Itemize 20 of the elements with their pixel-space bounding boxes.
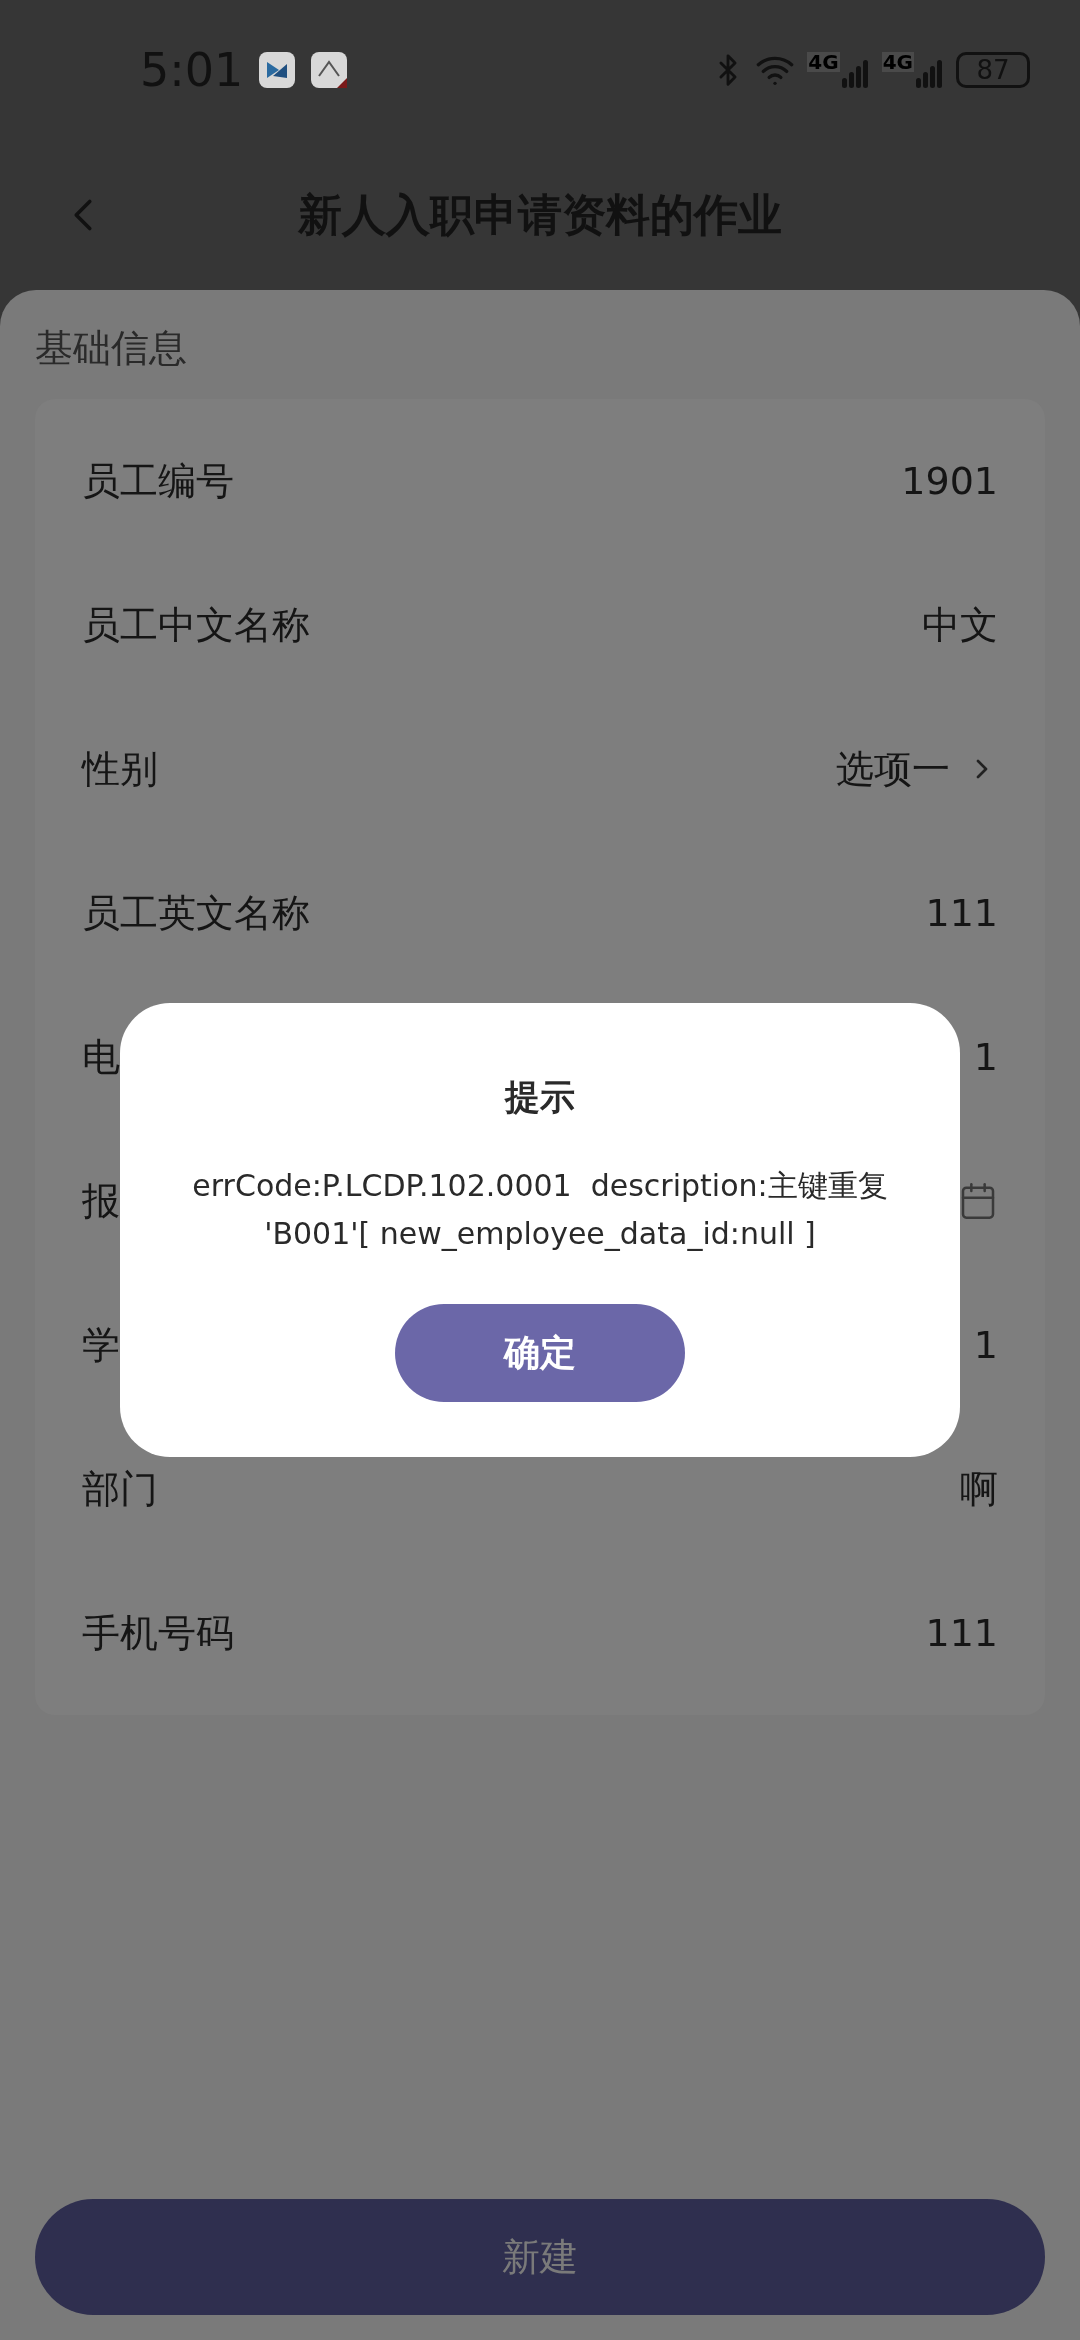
field-value: 啊	[960, 1465, 998, 1513]
field-label: 手机号码	[82, 1609, 234, 1657]
field-label: 员工编号	[82, 457, 234, 505]
field-value: 1	[973, 1033, 998, 1081]
field-label: 电	[82, 1033, 120, 1081]
dialog-title: 提示	[505, 1076, 575, 1119]
network-type: 4G	[881, 52, 914, 72]
field-value: 选项一	[836, 745, 950, 793]
dialog-message: errCode:P.LCDP.102.0001 description:主键重复 'B001'[ new_employee_data_id:null ]	[191, 1166, 889, 1253]
field-label: 员工中文名称	[82, 601, 310, 649]
field-value: 111	[925, 1609, 998, 1657]
field-value: 1901	[901, 457, 998, 505]
section-title: 基础信息	[35, 325, 187, 372]
field-label: 部门	[82, 1465, 158, 1513]
field-value: 111	[925, 889, 998, 937]
field-label: 报	[82, 1177, 120, 1225]
field-label: 性别	[82, 745, 158, 793]
field-label: 员工英文名称	[82, 889, 310, 937]
network-type: 4G	[807, 52, 840, 72]
field-value: 中文	[922, 601, 998, 649]
